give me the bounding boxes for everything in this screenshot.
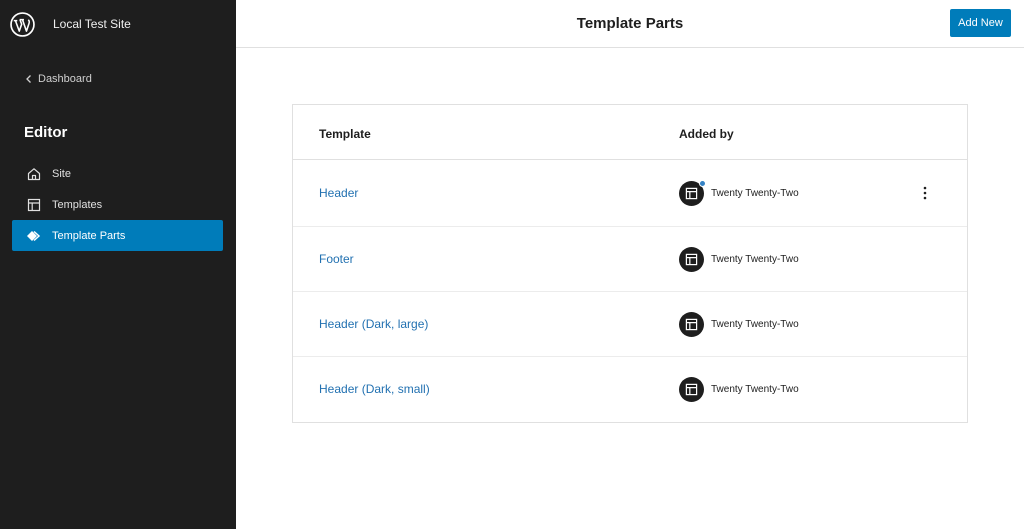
sidebar-nav: Site Templates Template Parts [12,158,223,251]
symbol-filled-icon [26,228,42,244]
table-header: Template Added by [293,105,967,160]
top-bar: Template Parts Add New [236,0,1024,48]
chevron-left-icon [26,75,31,83]
author-name: Twenty Twenty-Two [711,254,799,265]
table-row: Header (Dark, small) Twenty Twenty-Two [293,357,967,422]
more-actions-button[interactable] [917,183,933,203]
template-part-link[interactable]: Header [319,186,358,200]
author-name: Twenty Twenty-Two [711,188,799,199]
theme-avatar [679,377,704,402]
table-row: Header Twenty Twenty-Two [293,160,967,227]
author-name: Twenty Twenty-Two [711,384,799,395]
sidebar-item-templates[interactable]: Templates [12,189,223,220]
template-parts-table: Template Added by Header Twenty Twenty-T… [292,104,968,423]
author-cell: Twenty Twenty-Two [679,312,799,337]
author-cell: Twenty Twenty-Two [679,377,799,402]
layout-icon [685,318,698,331]
wordpress-logo-icon[interactable] [10,12,35,37]
layout-icon [26,197,42,213]
layout-icon [685,253,698,266]
theme-avatar [679,180,706,206]
dashboard-back-link[interactable]: Dashboard [24,73,92,85]
author-cell: Twenty Twenty-Two [679,180,799,206]
sidebar: Local Test Site Dashboard Editor Site Te… [0,0,236,529]
site-header: Local Test Site [0,0,236,48]
template-part-link[interactable]: Footer [319,252,354,266]
sidebar-item-template-parts[interactable]: Template Parts [12,220,223,251]
more-vertical-icon [923,186,927,200]
layout-icon [685,383,698,396]
add-new-button[interactable]: Add New [950,9,1011,37]
template-part-link[interactable]: Header (Dark, small) [319,382,430,396]
sidebar-item-site[interactable]: Site [12,158,223,189]
layout-icon [685,187,698,200]
theme-avatar [679,312,704,337]
author-cell: Twenty Twenty-Two [679,247,799,272]
status-dot [699,180,706,187]
theme-avatar [679,247,704,272]
sidebar-item-label: Template Parts [52,229,126,242]
home-icon [26,166,42,182]
column-header-template: Template [319,127,371,141]
author-name: Twenty Twenty-Two [711,319,799,330]
column-header-added-by: Added by [679,127,734,141]
table-row: Footer Twenty Twenty-Two [293,227,967,292]
template-part-link[interactable]: Header (Dark, large) [319,317,428,331]
sidebar-item-label: Templates [52,198,103,211]
page-title: Template Parts [576,15,684,32]
dashboard-label: Dashboard [38,73,92,85]
editor-heading: Editor [24,124,68,141]
table-row: Header (Dark, large) Twenty Twenty-Two [293,292,967,357]
sidebar-item-label: Site [52,167,71,180]
site-title[interactable]: Local Test Site [53,17,131,31]
